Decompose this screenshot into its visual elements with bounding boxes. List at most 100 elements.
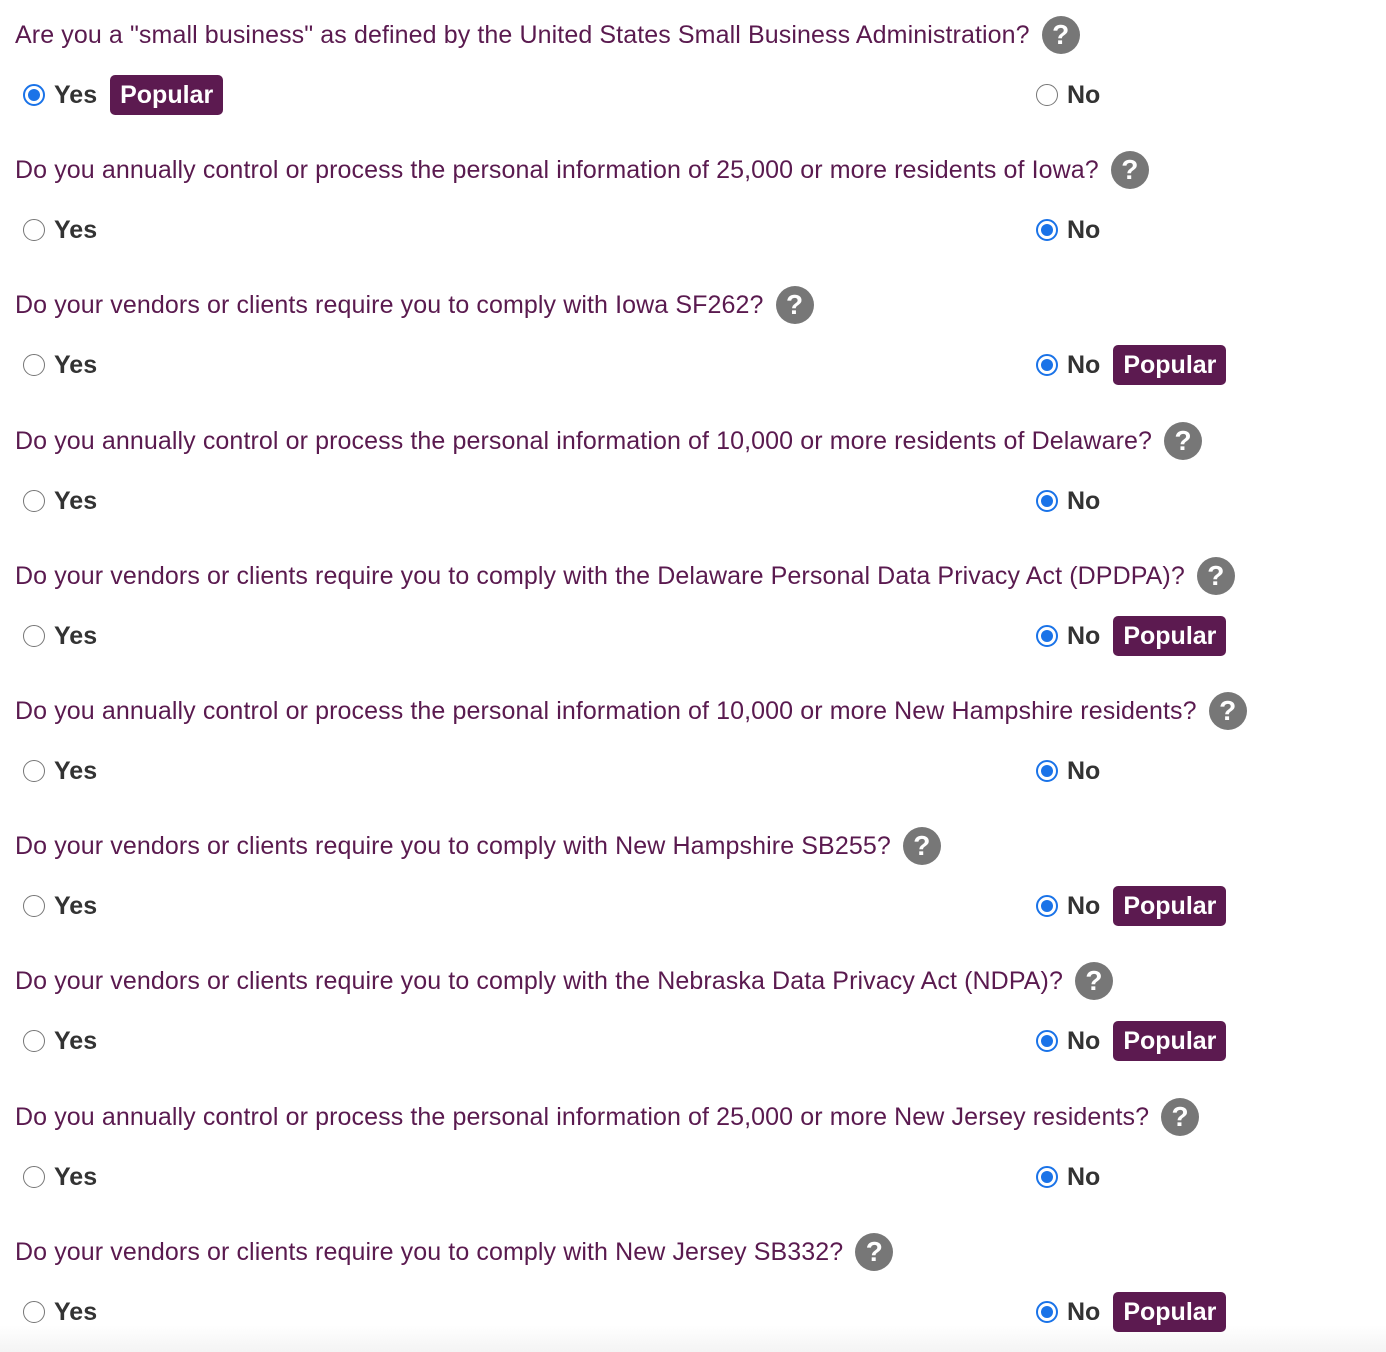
no-radio-button[interactable] [1036, 895, 1058, 917]
question-row: Do your vendors or clients require you t… [15, 961, 1113, 1001]
popular-badge: Popular [110, 75, 224, 115]
no-radio-button[interactable] [1036, 760, 1058, 782]
help-icon[interactable]: ? [775, 286, 814, 324]
yes-radio-button[interactable] [23, 1301, 45, 1323]
yes-radio-button[interactable] [23, 219, 45, 241]
yes-option[interactable]: Yes [23, 751, 97, 791]
yes-radio-button[interactable] [23, 760, 45, 782]
answer-row: Yes No Popular [0, 345, 1386, 385]
yes-option[interactable]: Yes [23, 886, 97, 926]
yes-label: Yes [54, 350, 98, 379]
help-icon[interactable]: ? [1110, 151, 1149, 189]
yes-radio-button[interactable] [23, 895, 45, 917]
yes-radio-button[interactable] [23, 1166, 45, 1188]
yes-option[interactable]: Yes [23, 1021, 97, 1061]
yes-label: Yes [54, 215, 98, 244]
no-label: No [1067, 621, 1101, 650]
question-block: Do you annually control or process the p… [0, 150, 1386, 285]
yes-option[interactable]: Yes [23, 1292, 97, 1332]
no-label: No [1067, 1297, 1101, 1326]
question-row: Are you a "small business" as defined by… [15, 15, 1080, 55]
question-row: Do you annually control or process the p… [15, 1097, 1200, 1137]
no-label: No [1067, 350, 1101, 379]
yes-option[interactable]: Yes [23, 481, 97, 521]
help-icon[interactable]: ? [1161, 1098, 1200, 1136]
no-radio-button[interactable] [1036, 84, 1058, 106]
popular-badge: Popular [1113, 616, 1227, 656]
no-label: No [1067, 1026, 1101, 1055]
no-radio-button[interactable] [1036, 625, 1058, 647]
no-option[interactable]: No Popular [1036, 1021, 1227, 1061]
yes-radio-button[interactable] [23, 354, 45, 376]
question-text: Do your vendors or clients require you t… [15, 831, 891, 860]
yes-option[interactable]: Yes [23, 345, 97, 385]
help-icon[interactable]: ? [1208, 692, 1247, 730]
no-label: No [1067, 1162, 1101, 1191]
yes-label: Yes [54, 1026, 98, 1055]
question-text: Do you annually control or process the p… [15, 1102, 1150, 1131]
question-row: Do you annually control or process the p… [15, 421, 1203, 461]
question-text: Do your vendors or clients require you t… [15, 561, 1185, 590]
help-icon[interactable]: ? [902, 827, 941, 865]
answer-row: Yes Popular No [0, 75, 1386, 115]
help-icon[interactable]: ? [1041, 16, 1080, 54]
question-text: Are you a "small business" as defined by… [15, 20, 1030, 49]
no-radio-button[interactable] [1036, 354, 1058, 376]
answer-row: Yes No [0, 751, 1386, 791]
question-row: Do you annually control or process the p… [15, 691, 1247, 731]
yes-radio-button[interactable] [23, 1030, 45, 1052]
yes-label: Yes [54, 1162, 98, 1191]
answer-row: Yes No Popular [0, 616, 1386, 656]
no-option[interactable]: No [1036, 75, 1100, 115]
question-text: Do you annually control or process the p… [15, 426, 1153, 455]
no-label: No [1067, 215, 1101, 244]
no-option[interactable]: No Popular [1036, 886, 1227, 926]
no-radio-button[interactable] [1036, 1030, 1058, 1052]
question-row: Do your vendors or clients require you t… [15, 826, 941, 866]
question-row: Do your vendors or clients require you t… [15, 285, 814, 325]
question-text: Do your vendors or clients require you t… [15, 290, 764, 319]
no-option[interactable]: No Popular [1036, 1292, 1227, 1332]
no-radio-button[interactable] [1036, 490, 1058, 512]
no-radio-button[interactable] [1036, 1301, 1058, 1323]
question-row: Do you annually control or process the p… [15, 150, 1149, 190]
question-block: Do your vendors or clients require you t… [0, 285, 1386, 420]
no-radio-button[interactable] [1036, 1166, 1058, 1188]
popular-badge: Popular [1113, 345, 1227, 385]
question-block: Do you annually control or process the p… [0, 691, 1386, 826]
yes-option[interactable]: Yes Popular [23, 75, 224, 115]
yes-label: Yes [54, 621, 98, 650]
question-block: Do your vendors or clients require you t… [0, 961, 1386, 1096]
help-icon[interactable]: ? [1164, 422, 1203, 460]
no-label: No [1067, 486, 1101, 515]
yes-label: Yes [54, 486, 98, 515]
yes-radio-button[interactable] [23, 84, 45, 106]
no-option[interactable]: No [1036, 751, 1100, 791]
question-text: Do you annually control or process the p… [15, 155, 1099, 184]
yes-option[interactable]: Yes [23, 1157, 97, 1197]
yes-radio-button[interactable] [23, 625, 45, 647]
help-icon[interactable]: ? [855, 1233, 894, 1271]
question-text: Do you annually control or process the p… [15, 696, 1197, 725]
question-block: Do your vendors or clients require you t… [0, 556, 1386, 691]
answer-row: Yes No [0, 210, 1386, 250]
answer-row: Yes No [0, 1157, 1386, 1197]
no-option[interactable]: No [1036, 210, 1100, 250]
no-label: No [1067, 756, 1101, 785]
question-text: Do your vendors or clients require you t… [15, 1237, 844, 1266]
help-icon[interactable]: ? [1196, 557, 1235, 595]
no-option[interactable]: No Popular [1036, 616, 1227, 656]
question-text: Do your vendors or clients require you t… [15, 966, 1063, 995]
help-icon[interactable]: ? [1074, 962, 1113, 1000]
yes-label: Yes [54, 756, 98, 785]
no-option[interactable]: No Popular [1036, 345, 1227, 385]
no-radio-button[interactable] [1036, 219, 1058, 241]
no-option[interactable]: No [1036, 1157, 1100, 1197]
yes-option[interactable]: Yes [23, 210, 97, 250]
question-row: Do your vendors or clients require you t… [15, 1232, 894, 1272]
yes-radio-button[interactable] [23, 490, 45, 512]
question-row: Do your vendors or clients require you t… [15, 556, 1235, 596]
yes-option[interactable]: Yes [23, 616, 97, 656]
no-option[interactable]: No [1036, 481, 1100, 521]
question-block: Are you a "small business" as defined by… [0, 15, 1386, 150]
